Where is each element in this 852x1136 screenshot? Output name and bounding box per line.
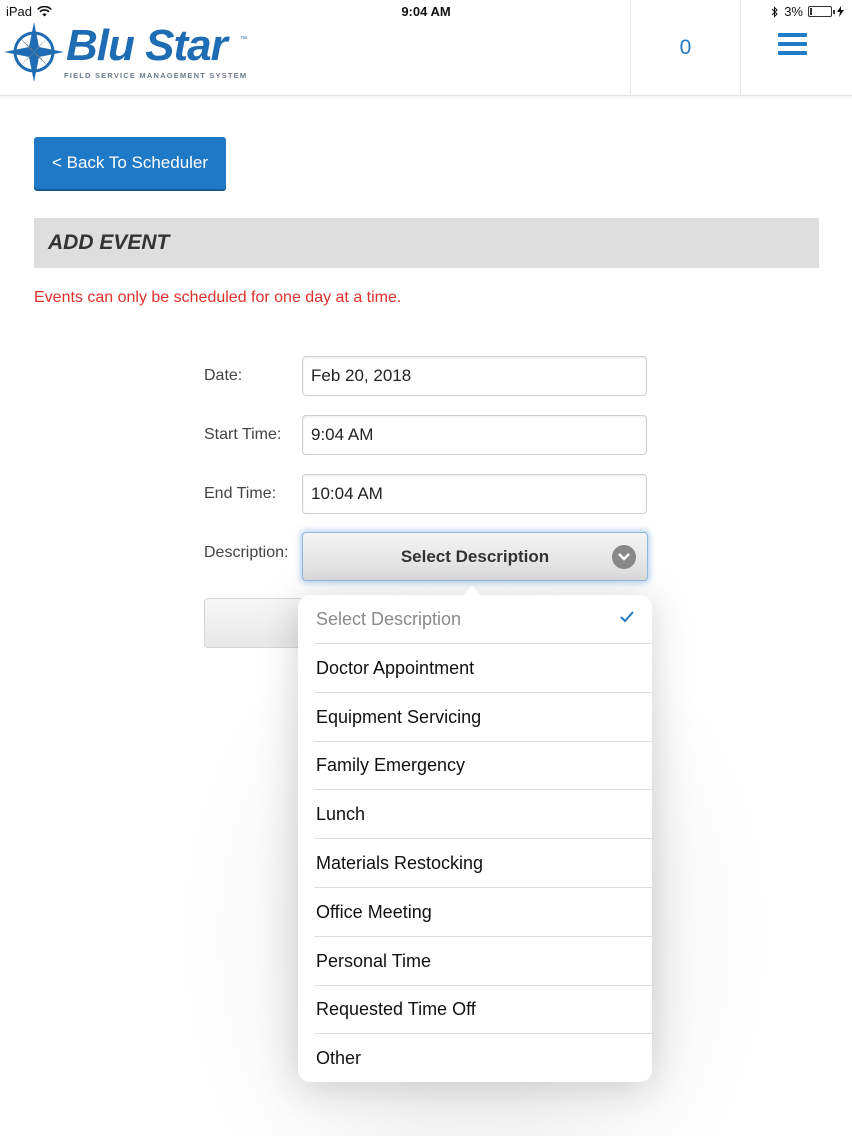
dropdown-option[interactable]: Materials Restocking: [298, 839, 652, 888]
logo-trademark: ™: [240, 36, 247, 43]
date-label: Date:: [204, 367, 243, 384]
dropdown-option[interactable]: Doctor Appointment: [298, 644, 652, 693]
description-picker-popover: Select Description Doctor Appointment Equi…: [298, 586, 652, 1083]
dropdown-option-label: Family Emergency: [316, 755, 466, 776]
page-title: ADD EVENT: [48, 231, 170, 254]
checkmark-icon: [620, 611, 634, 623]
submit-button[interactable]: [204, 598, 304, 648]
dropdown-option-label: Other: [316, 1048, 362, 1069]
notification-count: 0: [679, 36, 692, 59]
dropdown-option[interactable]: Equipment Servicing: [298, 693, 652, 742]
description-select[interactable]: Select Description: [302, 532, 648, 581]
dropdown-option[interactable]: Select Description: [298, 595, 652, 644]
battery-percent: 3%: [784, 4, 803, 19]
bluetooth-icon: [771, 5, 778, 18]
dropdown-option[interactable]: Requested Time Off: [298, 985, 652, 1035]
section-header: ADD EVENT: [34, 218, 819, 268]
charging-bolt-icon: [837, 6, 844, 17]
date-field[interactable]: Feb 20, 2018: [302, 356, 647, 396]
status-bar: iPad 9:04 AM 3%: [0, 0, 852, 24]
blustar-logo[interactable]: Blu Star ™ FIELD SERVICE MANAGEMENT SYST…: [4, 20, 249, 84]
dropdown-option-label: Materials Restocking: [316, 853, 484, 873]
dropdown-option[interactable]: Personal Time: [298, 937, 652, 986]
back-to-scheduler-button[interactable]: < Back To Scheduler: [34, 137, 226, 189]
end-time-label: End Time:: [204, 485, 277, 502]
start-time-field[interactable]: 9:04 AM: [302, 415, 647, 455]
dropdown-option-label: Requested Time Off: [316, 999, 476, 1020]
dropdown-option-label: Doctor Appointment: [316, 657, 475, 678]
battery-icon: [808, 6, 835, 17]
description-select-value: Select Description: [400, 546, 550, 566]
end-time-field[interactable]: 10:04 AM: [302, 474, 647, 514]
compass-star-icon: [4, 22, 64, 82]
dropdown-option[interactable]: Family Emergency: [298, 741, 652, 791]
dropdown-option[interactable]: Office Meeting: [298, 888, 652, 937]
dropdown-option-label: Equipment Servicing: [316, 706, 482, 727]
logo-text: Blu Star: [66, 21, 228, 70]
chevron-down-icon: [612, 545, 636, 569]
dropdown-option-label: Personal Time: [316, 950, 432, 971]
dropdown-option[interactable]: Other: [298, 1034, 652, 1083]
start-time-label: Start Time:: [204, 426, 282, 443]
hamburger-icon: [778, 33, 807, 56]
dropdown-option-label: Lunch: [316, 804, 366, 825]
dropdown-option-label: Select Description: [316, 609, 462, 629]
dropdown-option[interactable]: Lunch: [298, 790, 652, 840]
warning-message: Events can only be scheduled for one day…: [34, 289, 402, 306]
description-label: Description:: [204, 544, 289, 561]
logo-subtitle: FIELD SERVICE MANAGEMENT SYSTEM: [64, 71, 248, 80]
dropdown-option-label: Office Meeting: [316, 901, 432, 922]
status-time: 9:04 AM: [401, 4, 451, 19]
